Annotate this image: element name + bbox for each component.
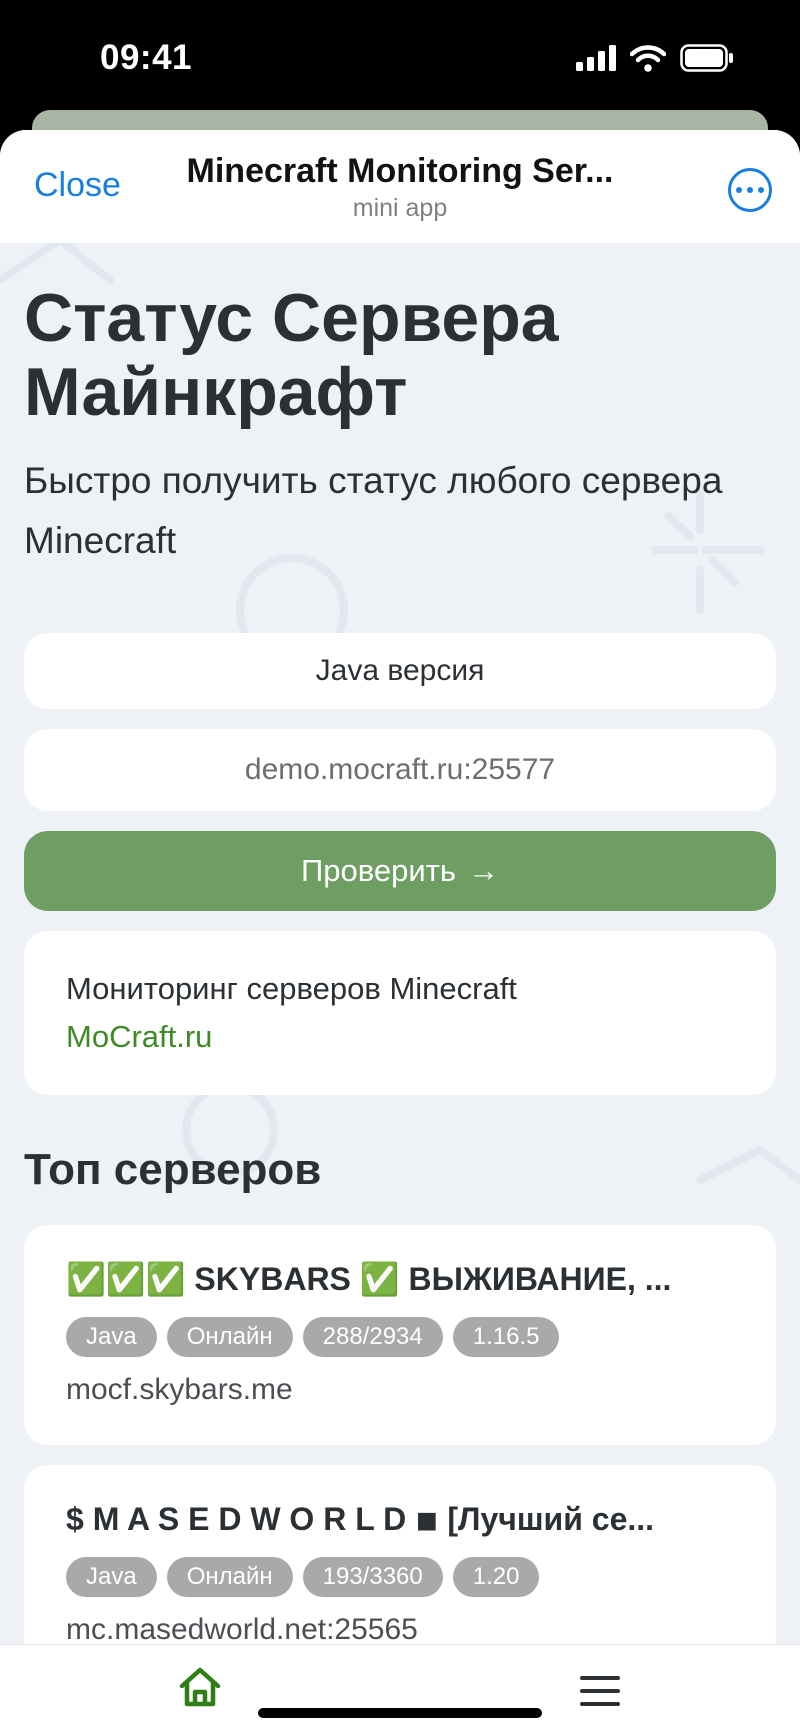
arrow-right-icon: → (468, 853, 500, 888)
home-icon[interactable] (178, 1665, 222, 1709)
edition-badge: Java (66, 1557, 157, 1597)
status-time: 09:41 (100, 38, 193, 77)
status-icons (576, 44, 734, 72)
status-badge: Онлайн (166, 1557, 293, 1597)
players-badge: 288/2934 (302, 1317, 443, 1357)
server-tags: Java Онлайн 193/3360 1.20 (66, 1557, 734, 1597)
app-subtitle: mini app (352, 194, 448, 222)
main-content: Статус Сервера Майнкрафт Быстро получить… (24, 243, 776, 1685)
server-name: $ M A S E D W O R L D ◾ [Лучший се... (66, 1501, 655, 1537)
mocraft-link[interactable]: MoCraft.ru (66, 1013, 734, 1061)
server-name: ✅✅✅ SKYBARS ✅ ВЫЖИВАНИЕ, ... (66, 1261, 672, 1297)
app-title: Minecraft Monitoring Ser... (186, 152, 614, 190)
page-title: Статус Сервера Майнкрафт (24, 280, 559, 430)
info-card: Мониторинг серверов Minecraft MoCraft.ru (24, 931, 776, 1095)
dot-icon (747, 187, 753, 193)
server-address-placeholder: demo.mocraft.ru:25577 (244, 753, 556, 786)
dot-icon (736, 187, 742, 193)
players-badge: 193/3360 (302, 1557, 443, 1597)
server-address-input[interactable]: demo.mocraft.ru:25577 (24, 729, 776, 811)
battery-icon (680, 44, 733, 72)
check-button[interactable]: Проверить → (24, 831, 776, 911)
version-badge: 1.16.5 (452, 1317, 560, 1357)
wifi-icon (630, 45, 666, 72)
status-bar: 09:41 (0, 0, 800, 118)
home-indicator (258, 1708, 542, 1718)
menu-icon[interactable] (580, 1675, 620, 1707)
server-host: mocf.skybars.me (66, 1373, 293, 1406)
cellular-signal-icon (576, 45, 616, 71)
page-subtitle: Быстро получить статус любого сервера Mi… (24, 460, 723, 561)
mini-app-sheet: Close Minecraft Monitoring Ser... mini a… (0, 130, 800, 1734)
dot-icon (758, 187, 764, 193)
version-badge: 1.20 (452, 1557, 540, 1597)
server-tags: Java Онлайн 288/2934 1.16.5 (66, 1317, 734, 1357)
more-options-button[interactable] (728, 168, 772, 212)
server-card[interactable]: ✅✅✅ SKYBARS ✅ ВЫЖИВАНИЕ, ... Java Онлайн… (24, 1225, 776, 1445)
server-host: mc.masedworld.net:25565 (66, 1613, 418, 1646)
bottom-nav (0, 1644, 800, 1735)
top-servers-title: Топ серверов (24, 1145, 322, 1194)
edition-badge: Java (66, 1317, 157, 1357)
info-text: Мониторинг серверов Minecraft (66, 971, 517, 1006)
status-badge: Онлайн (166, 1317, 293, 1357)
check-button-label: Проверить (300, 853, 457, 888)
edition-select[interactable]: Java версия (24, 633, 776, 709)
mini-app-navbar: Close Minecraft Monitoring Ser... mini a… (0, 130, 800, 243)
